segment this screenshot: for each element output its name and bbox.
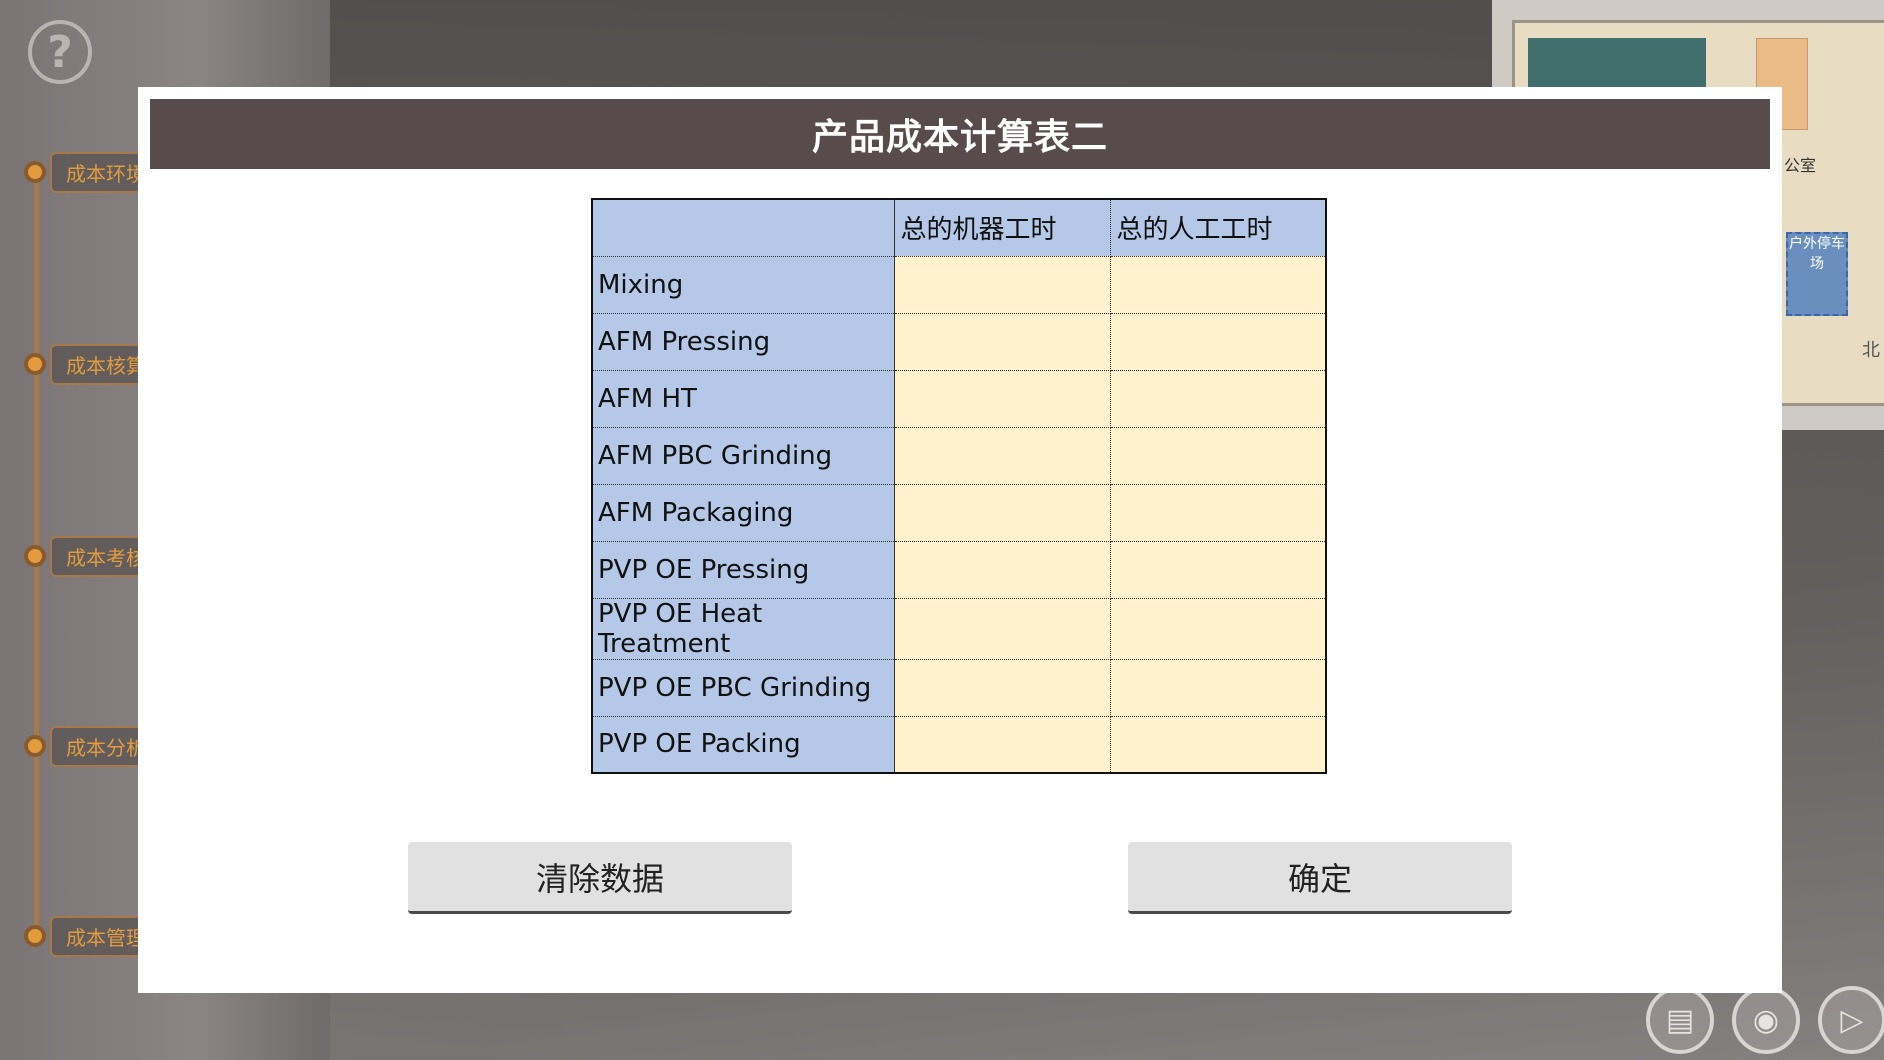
row-label: PVP OE PBC Grinding: [592, 659, 895, 717]
sound-button[interactable]: ▷: [1818, 986, 1884, 1054]
table-row: PVP OE Pressing: [592, 541, 1327, 599]
row-label: PVP OE Pressing: [592, 541, 895, 599]
table-header-blank: [592, 199, 895, 257]
book-icon: ▤: [1665, 1002, 1695, 1038]
machine-hours-input[interactable]: [894, 659, 1111, 717]
timeline-dot-icon: [24, 925, 46, 947]
table-row: PVP OE Heat Treatment: [592, 598, 1327, 660]
table-header-row: 总的机器工时 总的人工工时: [592, 199, 1327, 257]
machine-hours-input[interactable]: [894, 541, 1111, 599]
table-header-labor-hours: 总的人工工时: [1110, 199, 1327, 257]
bag-button[interactable]: ◉: [1732, 986, 1800, 1054]
help-button[interactable]: ?: [28, 20, 92, 84]
labor-hours-input[interactable]: [1110, 598, 1327, 660]
row-label: AFM Pressing: [592, 313, 895, 371]
table-row: PVP OE Packing: [592, 716, 1327, 774]
cost-table: 总的机器工时 总的人工工时 Mixing AFM Pressing AFM HT: [591, 198, 1327, 774]
labor-hours-input[interactable]: [1110, 313, 1327, 371]
table-row: Mixing: [592, 256, 1327, 314]
table-row: AFM PBC Grinding: [592, 427, 1327, 485]
table-row: AFM HT: [592, 370, 1327, 428]
minimap-office-label: 公室: [1784, 156, 1817, 175]
table-row: AFM Packaging: [592, 484, 1327, 542]
dialog-title: 产品成本计算表二: [811, 117, 1108, 158]
book-button[interactable]: ▤: [1646, 986, 1714, 1054]
row-label: Mixing: [592, 256, 895, 314]
bag-icon: ◉: [1752, 1002, 1780, 1038]
confirm-button[interactable]: 确定: [1128, 842, 1512, 914]
labor-hours-input[interactable]: [1110, 370, 1327, 428]
machine-hours-input[interactable]: [894, 370, 1111, 428]
table-row: PVP OE PBC Grinding: [592, 659, 1327, 717]
dialog-header: 产品成本计算表二: [150, 99, 1770, 169]
labor-hours-input[interactable]: [1110, 484, 1327, 542]
machine-hours-input[interactable]: [894, 598, 1111, 660]
minimap-north-label: 北: [1862, 340, 1880, 361]
timeline-dot-icon: [24, 353, 46, 375]
labor-hours-input[interactable]: [1110, 716, 1327, 774]
minimap-building: [1528, 38, 1706, 88]
row-label: AFM Packaging: [592, 484, 895, 542]
labor-hours-input[interactable]: [1110, 541, 1327, 599]
machine-hours-input[interactable]: [894, 716, 1111, 774]
timeline-dot-icon: [24, 735, 46, 757]
row-label: PVP OE Packing: [592, 716, 895, 774]
labor-hours-input[interactable]: [1110, 256, 1327, 314]
cost-calculation-dialog: 产品成本计算表二 总的机器工时 总的人工工时 Mixing AFM Pressi…: [138, 87, 1782, 993]
labor-hours-input[interactable]: [1110, 659, 1327, 717]
timeline-dot-icon: [24, 161, 46, 183]
speaker-mute-icon: ▷: [1840, 1002, 1864, 1038]
row-label: PVP OE Heat Treatment: [592, 598, 895, 660]
table-header-machine-hours: 总的机器工时: [894, 199, 1111, 257]
minimap-parking-label: 户外停车场: [1786, 232, 1848, 316]
question-mark-icon: ?: [47, 26, 73, 78]
table-row: AFM Pressing: [592, 313, 1327, 371]
machine-hours-input[interactable]: [894, 427, 1111, 485]
timeline-dot-icon: [24, 545, 46, 567]
clear-data-button[interactable]: 清除数据: [408, 842, 792, 914]
machine-hours-input[interactable]: [894, 484, 1111, 542]
machine-hours-input[interactable]: [894, 256, 1111, 314]
labor-hours-input[interactable]: [1110, 427, 1327, 485]
row-label: AFM HT: [592, 370, 895, 428]
machine-hours-input[interactable]: [894, 313, 1111, 371]
row-label: AFM PBC Grinding: [592, 427, 895, 485]
